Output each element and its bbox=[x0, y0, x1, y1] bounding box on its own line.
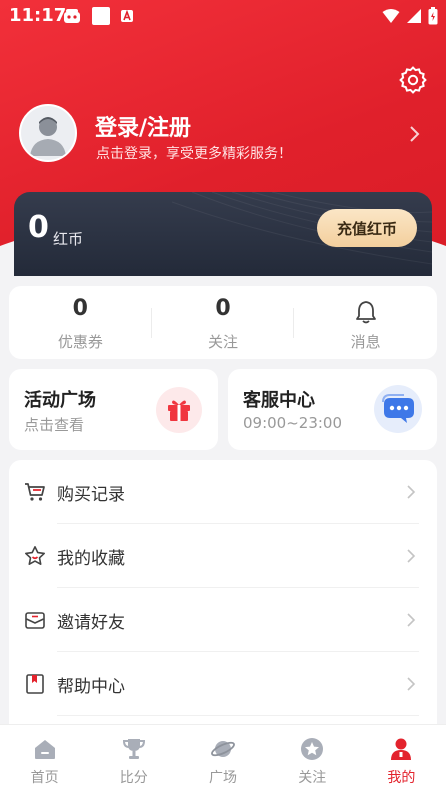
chat-icon bbox=[382, 394, 414, 423]
status-system-icons bbox=[382, 7, 438, 25]
menu-item-help-center[interactable]: 帮助中心 bbox=[9, 652, 437, 716]
chevron-right-icon bbox=[407, 677, 416, 691]
login-subtitle: 点击登录，享受更多精彩服务！ bbox=[96, 146, 292, 162]
messages-label: 消息 bbox=[350, 333, 381, 351]
coin-unit: 红币 bbox=[53, 230, 84, 248]
tab-home[interactable]: 首页 bbox=[0, 725, 89, 794]
following-label: 关注 bbox=[208, 333, 239, 351]
status-bar: 11:17 bbox=[0, 0, 446, 32]
chat-icon-badge bbox=[374, 385, 422, 433]
tab-label: 广场 bbox=[209, 770, 237, 786]
customer-service-card[interactable]: 客服中心 09:00~23:00 bbox=[228, 369, 437, 450]
tab-scores[interactable]: 比分 bbox=[89, 725, 178, 794]
android-robot-icon bbox=[64, 9, 80, 23]
menu-item-favorites[interactable]: 我的收藏 bbox=[9, 524, 437, 588]
trophy-icon bbox=[122, 739, 145, 759]
status-notification-icons bbox=[62, 7, 134, 25]
tab-label: 比分 bbox=[119, 770, 148, 786]
tab-label: 关注 bbox=[298, 770, 327, 786]
login-register-title[interactable]: 登录/注册 bbox=[95, 110, 191, 142]
gift-icon bbox=[168, 400, 190, 421]
chevron-right-icon bbox=[407, 549, 416, 563]
stat-messages[interactable]: 消息 bbox=[294, 286, 437, 359]
stat-following[interactable]: 0 关注 bbox=[152, 286, 295, 359]
activity-title: 活动广场 bbox=[24, 390, 96, 411]
menu-item-purchase-history[interactable]: 购买记录 bbox=[9, 460, 437, 524]
wallet-card: 0 红币 充值红币 bbox=[14, 192, 432, 276]
chevron-right-icon bbox=[407, 485, 416, 499]
menu-label: 帮助中心 bbox=[57, 676, 125, 697]
activity-subtitle: 点击查看 bbox=[24, 416, 85, 434]
cart-icon bbox=[25, 483, 45, 501]
planet-icon bbox=[211, 741, 235, 757]
service-title: 客服中心 bbox=[243, 390, 315, 411]
chevron-right-icon[interactable] bbox=[407, 124, 421, 144]
tab-label: 我的 bbox=[387, 770, 416, 786]
bookmark-icon bbox=[26, 674, 44, 694]
signal-icon bbox=[407, 9, 421, 23]
home-icon bbox=[34, 740, 55, 759]
star-outline-icon bbox=[25, 546, 45, 565]
chevron-right-icon bbox=[407, 613, 416, 627]
battery-icon bbox=[428, 7, 438, 25]
bell-icon bbox=[355, 301, 376, 324]
wifi-icon bbox=[382, 9, 400, 23]
star-icon bbox=[301, 738, 324, 760]
recharge-button[interactable]: 充值红币 bbox=[317, 209, 417, 247]
menu-item-invite-friends[interactable]: 邀请好友 bbox=[9, 588, 437, 652]
tab-label: 首页 bbox=[30, 770, 59, 786]
gift-icon-badge bbox=[156, 387, 202, 433]
divider bbox=[57, 715, 419, 716]
stat-coupons[interactable]: 0 优惠券 bbox=[9, 286, 152, 359]
menu-label: 购买记录 bbox=[57, 484, 125, 505]
bottom-tab-bar: 首页 比分 广场 关注 我的 bbox=[0, 724, 446, 794]
following-count: 0 bbox=[215, 296, 231, 321]
menu-label: 邀请好友 bbox=[57, 612, 125, 633]
notification-square-icon bbox=[92, 7, 110, 25]
avatar[interactable] bbox=[19, 104, 77, 162]
default-avatar-icon bbox=[21, 106, 75, 160]
menu-list: 购买记录 我的收藏 邀请好友 帮助中心 bbox=[9, 460, 437, 730]
service-hours: 09:00~23:00 bbox=[243, 414, 343, 432]
coin-balance: 0 bbox=[28, 210, 49, 245]
user-icon bbox=[391, 738, 412, 760]
coupons-count: 0 bbox=[72, 296, 88, 321]
keyboard-a-icon bbox=[121, 9, 133, 22]
tab-following[interactable]: 关注 bbox=[268, 725, 357, 794]
settings-gear-icon[interactable] bbox=[399, 66, 427, 94]
stats-panel: 0 优惠券 0 关注 消息 bbox=[9, 286, 437, 359]
activity-square-card[interactable]: 活动广场 点击查看 bbox=[9, 369, 218, 450]
status-time: 11:17 bbox=[9, 5, 67, 26]
coupons-label: 优惠券 bbox=[57, 333, 103, 351]
menu-label: 我的收藏 bbox=[57, 548, 125, 569]
tab-mine[interactable]: 我的 bbox=[357, 725, 446, 794]
envelope-icon bbox=[25, 612, 45, 629]
tab-square[interactable]: 广场 bbox=[178, 725, 267, 794]
